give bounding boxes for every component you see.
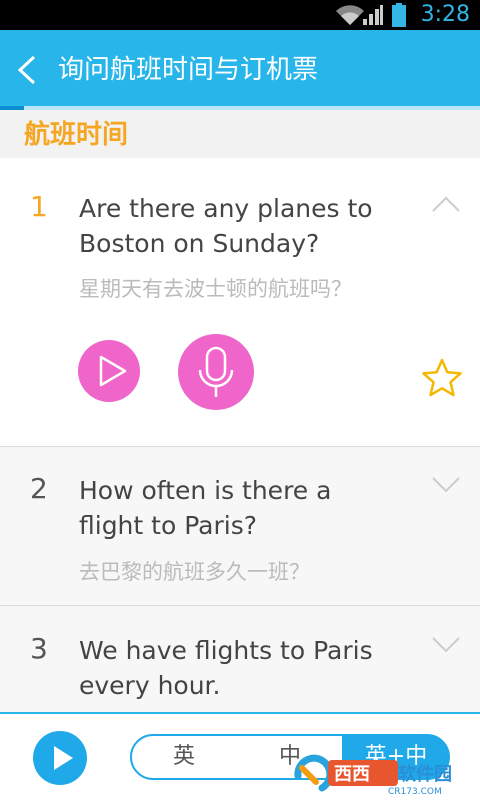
phrase-english-2: How often is there a flight to Paris? [79,476,332,540]
watermark-logo: 西西 软件园 CR173.COM [294,754,452,796]
mode-english-button[interactable]: 英 [130,734,238,780]
play-icon [99,355,127,387]
wifi-icon [336,5,364,26]
svg-text:西西: 西西 [334,764,370,785]
play-icon [54,746,73,770]
battery-icon [392,3,406,27]
svg-text:CR173.COM: CR173.COM [388,787,442,796]
status-time: 3:28 [420,2,470,27]
star-icon[interactable] [421,357,463,399]
svg-text:软件园: 软件园 [398,763,452,785]
app-header: 询问航班时间与订机票 [0,30,480,110]
phrase-chinese-1: 星期天有去波士顿的航班吗？ [79,277,352,301]
chevron-up-icon[interactable] [432,196,460,212]
microphone-icon [198,346,234,397]
record-button[interactable] [178,334,254,410]
progress-fill [0,106,24,110]
progress-track [0,106,480,110]
phrase-chinese-2: 去巴黎的航班多久一班？ [79,560,310,584]
chevron-down-icon[interactable] [432,637,460,653]
phrase-number-3: 3 [30,632,48,665]
back-arrow-icon[interactable] [14,54,38,86]
chevron-down-icon[interactable] [432,477,460,493]
status-bar: 3:28 [0,0,480,30]
page-title: 询问航班时间与订机票 [58,55,319,85]
phrase-number-1: 1 [30,190,48,223]
play-all-button[interactable] [33,731,87,785]
phrase-number-2: 2 [30,472,48,505]
phrase-english-3: We have flights to Paris every hour. [79,636,373,700]
play-audio-button[interactable] [78,340,140,402]
phrase-english-1: Are there any planes to Boston on Sunday… [79,194,373,258]
section-title: 航班时间 [24,120,129,150]
signal-icon [363,5,383,25]
